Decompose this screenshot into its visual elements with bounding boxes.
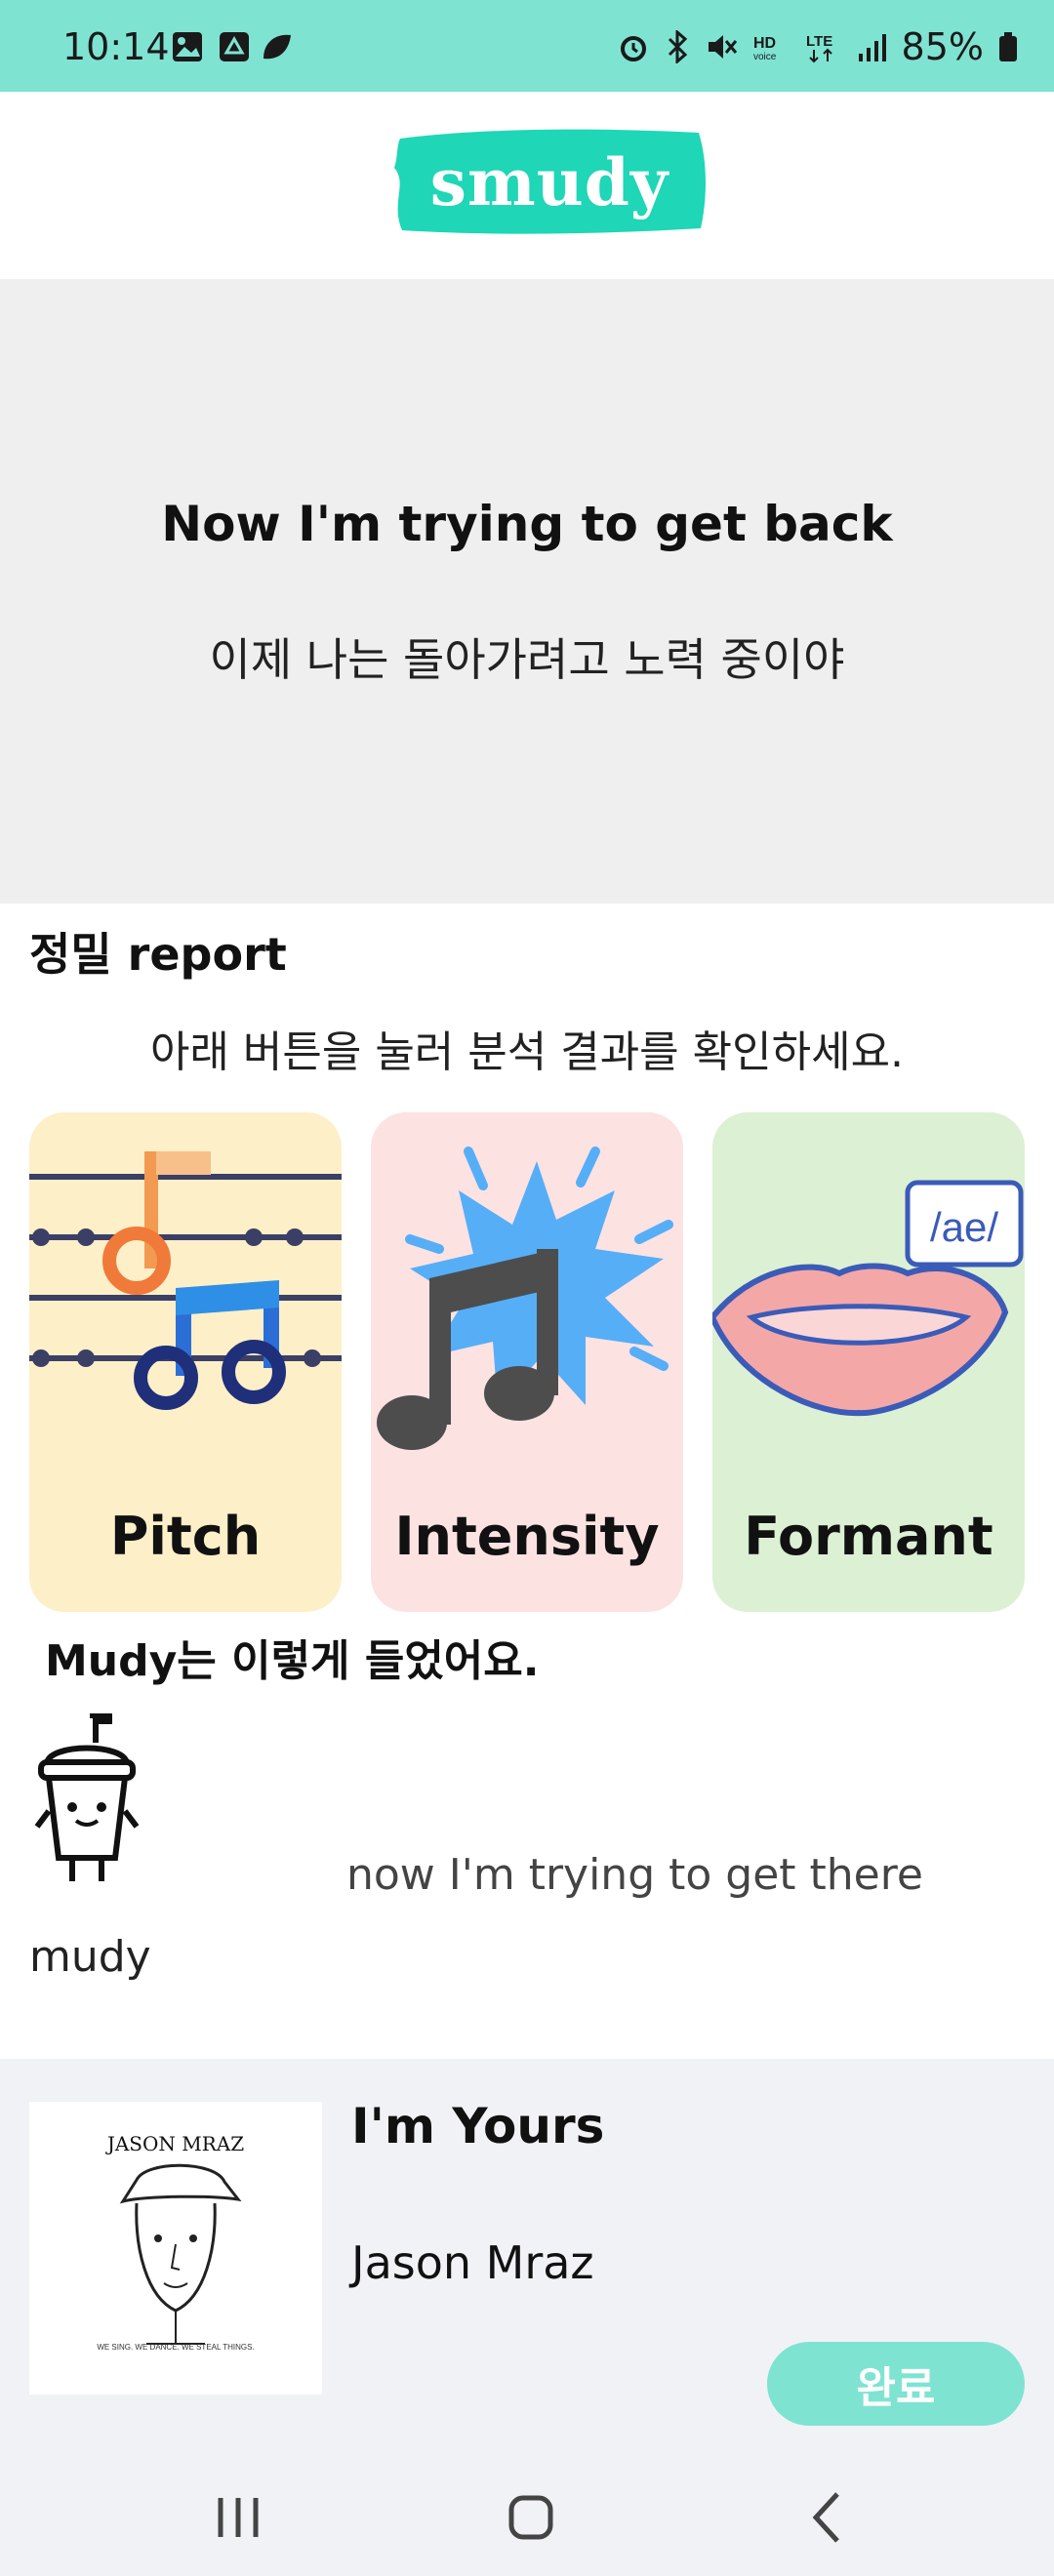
- svg-text:voice: voice: [753, 52, 777, 62]
- home-icon[interactable]: [492, 2478, 570, 2556]
- alarm-icon: [620, 36, 646, 61]
- lyric-english: Now I'm trying to get back: [161, 496, 893, 552]
- intensity-burst-icon: [377, 1147, 673, 1450]
- mudy-mascot-icon: [34, 1713, 140, 1881]
- status-right: HD voice LTE 85%: [617, 25, 1019, 68]
- formant-label: Formant: [744, 1506, 993, 1567]
- leaf-icon: [264, 34, 291, 60]
- heard-title: Mudy는 이렇게 들었어요.: [45, 1636, 540, 1686]
- album-art-text: JASON MRAZ: [105, 2132, 244, 2155]
- svg-text:HD: HD: [753, 35, 776, 52]
- battery-percent: 85%: [901, 25, 984, 68]
- intensity-label: Intensity: [394, 1506, 660, 1567]
- song-title: I'm Yours: [351, 2098, 605, 2154]
- lyric-panel: [0, 279, 1054, 904]
- battery-icon: [999, 32, 1017, 61]
- image-icon: [173, 32, 202, 61]
- signal-icon: [858, 34, 886, 61]
- recycle-icon: [220, 32, 249, 61]
- intensity-card[interactable]: Intensity: [371, 1112, 683, 1612]
- hd-voice-icon: HD voice: [753, 35, 777, 62]
- lyric-korean: 이제 나는 돌아가려고 노력 중이야: [209, 633, 845, 686]
- report-title: 정밀 report: [29, 928, 287, 981]
- album-art-subtext: WE SING. WE DANCE. WE STEAL THINGS.: [97, 2343, 254, 2352]
- bluetooth-icon: [668, 30, 687, 63]
- album-art: JASON MRAZ WE SING. WE DANCE. WE STEAL T…: [29, 2102, 322, 2395]
- lte-icon: LTE: [806, 33, 832, 63]
- done-button[interactable]: 완료: [767, 2342, 1025, 2426]
- album-art-image: JASON MRAZ WE SING. WE DANCE. WE STEAL T…: [97, 2132, 254, 2352]
- recent-apps-icon[interactable]: [199, 2478, 277, 2556]
- back-icon[interactable]: [789, 2478, 867, 2556]
- status-time: 10:14: [62, 25, 170, 68]
- song-artist: Jason Mraz: [351, 2236, 594, 2289]
- status-bar: 10:14 HD voice LTE 85%: [0, 0, 1054, 92]
- mute-icon: [708, 35, 737, 59]
- formant-bubble-text: /ae/: [930, 1204, 998, 1250]
- pitch-label: Pitch: [109, 1506, 262, 1567]
- pitch-card[interactable]: Pitch: [29, 1112, 342, 1612]
- heard-text: now I'm trying to get there: [346, 1850, 923, 1900]
- formant-card[interactable]: /ae/ Formant: [712, 1112, 1025, 1612]
- mascot-name: mudy: [29, 1932, 151, 1982]
- logo-text: smudy: [429, 144, 669, 221]
- formant-lips-icon: /ae/: [712, 1180, 1024, 1417]
- report-description: 아래 버튼을 눌러 분석 결과를 확인하세요.: [149, 1027, 905, 1077]
- svg-text:LTE: LTE: [806, 33, 832, 50]
- pitch-music-notes-icon: [29, 1151, 342, 1410]
